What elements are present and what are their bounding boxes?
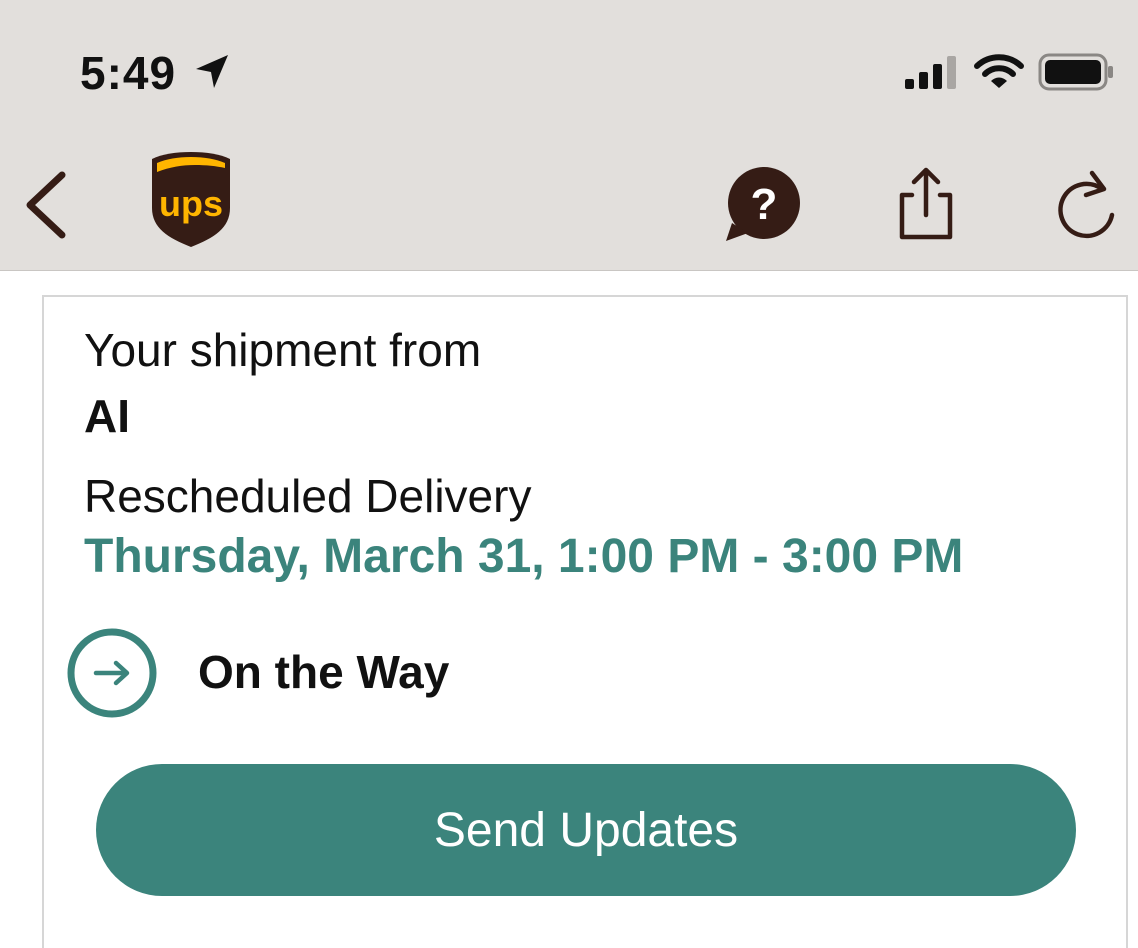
delivery-label: Rescheduled Delivery xyxy=(84,470,532,522)
screen: 5:49 ups ? Your shipment from AI Resched… xyxy=(0,0,1138,948)
top-bar: 5:49 ups ? xyxy=(0,0,1138,271)
send-updates-button[interactable]: Send Updates xyxy=(96,764,1076,896)
share-icon[interactable] xyxy=(890,165,962,245)
shipment-intro: Your shipment from xyxy=(84,324,482,376)
back-chevron-icon[interactable] xyxy=(18,165,78,245)
delivery-window: Thursday, March 31, 1:00 PM - 3:00 PM xyxy=(84,530,964,583)
location-arrow-icon xyxy=(196,55,228,88)
shipment-sender: AI xyxy=(84,390,130,442)
battery-icon xyxy=(1038,53,1113,91)
ups-logo-text: ups xyxy=(159,183,223,224)
ups-logo: ups xyxy=(152,152,230,247)
wifi-icon xyxy=(974,54,1024,88)
shipment-status: On the Way xyxy=(198,646,450,698)
status-time: 5:49 xyxy=(80,47,177,99)
help-chat-icon[interactable]: ? xyxy=(722,165,804,245)
svg-text:?: ? xyxy=(751,180,778,229)
shipment-card: Your shipment from AI Rescheduled Delive… xyxy=(42,295,1128,948)
signal-icon xyxy=(905,56,956,89)
arrow-right-circle-icon xyxy=(67,628,157,718)
refresh-icon[interactable] xyxy=(1052,165,1122,245)
